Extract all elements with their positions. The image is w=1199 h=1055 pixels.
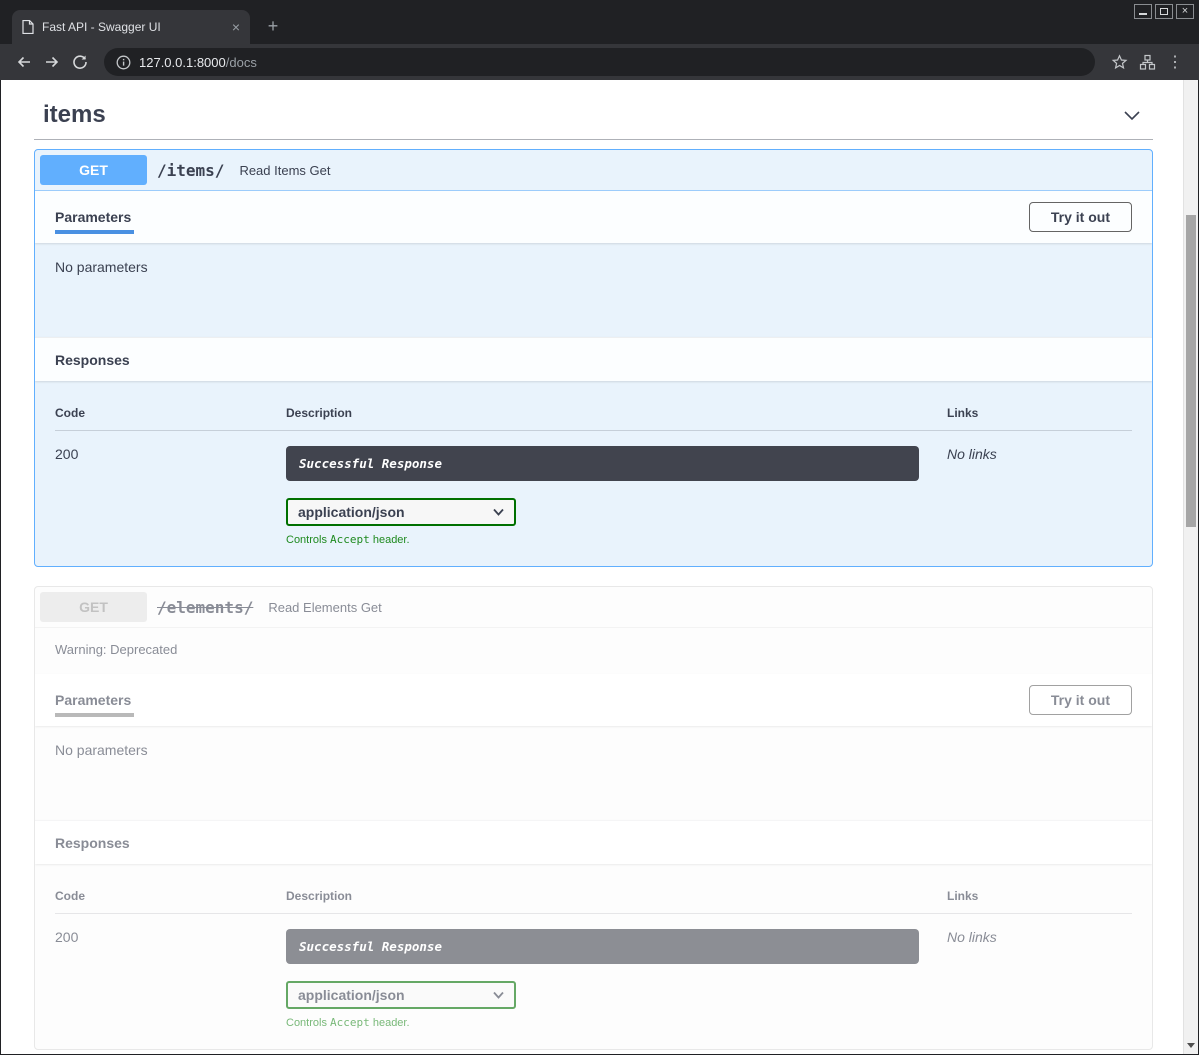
- accept-note-prefix: Controls: [286, 534, 330, 546]
- chevron-down-icon: [493, 991, 504, 999]
- page-content: items GET /items/ Read Items Get Paramet…: [1, 80, 1198, 1054]
- media-type-select[interactable]: application/json: [286, 498, 516, 526]
- media-type-selected: application/json: [298, 987, 405, 1003]
- new-tab-button[interactable]: +: [262, 15, 284, 37]
- no-parameters-text: No parameters: [35, 726, 1152, 820]
- window-controls: ×: [1134, 4, 1194, 19]
- opblock-summary[interactable]: GET /elements/ Read Elements Get: [35, 587, 1152, 628]
- op-path: /elements/: [157, 598, 253, 617]
- response-row-200: 200 Successful Response application/json…: [55, 431, 1132, 546]
- op-path: /items/: [157, 161, 224, 180]
- minimize-button[interactable]: [1134, 4, 1152, 19]
- titlebar: × Fast API - Swagger UI × +: [0, 0, 1199, 44]
- parameters-title: Parameters: [55, 692, 131, 708]
- responses-table: Code Description Links 200 Successful Re…: [35, 864, 1152, 1049]
- accept-header-note: Controls Accept header.: [286, 533, 947, 546]
- parameters-title: Parameters: [55, 209, 131, 225]
- page-icon: [22, 20, 34, 34]
- response-code: 200: [55, 446, 286, 546]
- response-row-200: 200 Successful Response application/json…: [55, 914, 1132, 1029]
- responses-title: Responses: [55, 835, 130, 851]
- responses-header: Responses: [35, 820, 1152, 864]
- back-icon[interactable]: [10, 48, 38, 76]
- response-description-cell: Successful Response application/json Con…: [286, 929, 947, 1029]
- op-summary-text: Read Elements Get: [268, 600, 381, 615]
- address-bar[interactable]: 127.0.0.1:8000/docs: [104, 48, 1095, 76]
- links-header: Links: [947, 406, 1132, 420]
- parameters-header: Parameters Try it out: [35, 191, 1152, 243]
- scrollbar-down-arrow[interactable]: [1184, 1039, 1198, 1052]
- browser-toolbar: 127.0.0.1:8000/docs ⋮: [0, 44, 1199, 80]
- close-button[interactable]: ×: [1176, 4, 1194, 19]
- menu-kebab-icon[interactable]: ⋮: [1161, 48, 1189, 76]
- try-it-out-button[interactable]: Try it out: [1029, 685, 1132, 715]
- maximize-button[interactable]: [1155, 4, 1173, 19]
- accept-note-suffix: header.: [370, 534, 410, 546]
- vertical-scrollbar[interactable]: [1183, 80, 1198, 1054]
- url-text: 127.0.0.1:8000/docs: [139, 55, 257, 70]
- opblock-summary[interactable]: GET /items/ Read Items Get: [35, 150, 1152, 191]
- description-header: Description: [286, 406, 947, 420]
- response-description: Successful Response: [286, 929, 919, 964]
- url-path: /docs: [226, 55, 257, 70]
- responses-header: Responses: [35, 337, 1152, 381]
- try-it-out-button[interactable]: Try it out: [1029, 202, 1132, 232]
- links-header: Links: [947, 889, 1132, 903]
- site-info-icon[interactable]: [116, 55, 131, 70]
- tag-section-header[interactable]: items: [34, 101, 1153, 140]
- accept-note-prefix: Controls: [286, 1017, 330, 1029]
- accept-note-code: Accept: [330, 1016, 370, 1029]
- response-links: No links: [947, 929, 1132, 1029]
- bookmark-star-icon[interactable]: [1105, 48, 1133, 76]
- accept-header-note: Controls Accept header.: [286, 1016, 947, 1029]
- response-description-cell: Successful Response application/json Con…: [286, 446, 947, 546]
- responses-table: Code Description Links 200 Successful Re…: [35, 381, 1152, 566]
- media-type-selected: application/json: [298, 504, 405, 520]
- tab-title: Fast API - Swagger UI: [42, 20, 224, 34]
- browser-window: × Fast API - Swagger UI × + 127.0.0.1:80…: [0, 0, 1199, 1055]
- sitemap-icon[interactable]: [1133, 48, 1161, 76]
- op-summary-text: Read Items Get: [239, 163, 330, 178]
- responses-table-header: Code Description Links: [55, 406, 1132, 431]
- opblock-get-items: GET /items/ Read Items Get Parameters Tr…: [34, 149, 1153, 567]
- accept-note-suffix: header.: [370, 1017, 410, 1029]
- parameters-header: Parameters Try it out: [35, 674, 1152, 726]
- tag-title: items: [43, 101, 106, 129]
- method-badge: GET: [40, 592, 147, 622]
- response-code: 200: [55, 929, 286, 1029]
- code-header: Code: [55, 406, 286, 420]
- responses-title: Responses: [55, 352, 130, 368]
- browser-tab[interactable]: Fast API - Swagger UI ×: [12, 10, 250, 44]
- response-description: Successful Response: [286, 446, 919, 481]
- code-header: Code: [55, 889, 286, 903]
- swagger-ui: items GET /items/ Read Items Get Paramet…: [1, 80, 1198, 1054]
- scrollbar-thumb[interactable]: [1186, 215, 1196, 527]
- opblock-get-elements-deprecated: GET /elements/ Read Elements Get Warning…: [34, 586, 1153, 1050]
- method-badge: GET: [40, 155, 147, 185]
- no-parameters-text: No parameters: [35, 243, 1152, 337]
- url-host: 127.0.0.1:8000: [139, 55, 226, 70]
- deprecated-warning: Warning: Deprecated: [35, 628, 1152, 674]
- media-type-select[interactable]: application/json: [286, 981, 516, 1009]
- reload-icon[interactable]: [66, 48, 94, 76]
- chevron-down-icon[interactable]: [1121, 104, 1143, 126]
- description-header: Description: [286, 889, 947, 903]
- responses-table-header: Code Description Links: [55, 889, 1132, 914]
- accept-note-code: Accept: [330, 533, 370, 546]
- chevron-down-icon: [493, 508, 504, 516]
- response-links: No links: [947, 446, 1132, 546]
- tab-close-icon[interactable]: ×: [232, 20, 240, 34]
- forward-icon[interactable]: [38, 48, 66, 76]
